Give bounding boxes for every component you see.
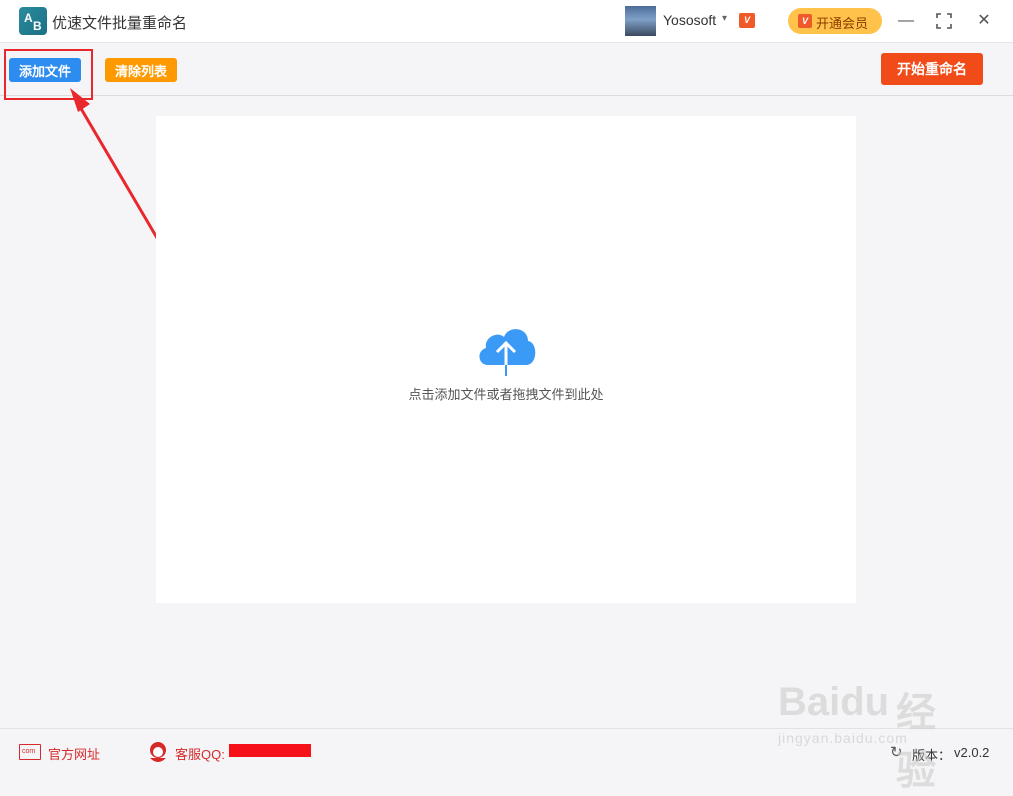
app-logo-icon: A B <box>19 7 47 35</box>
close-icon: ✕ <box>977 12 991 29</box>
chevron-down-icon[interactable]: ▾ <box>722 13 727 24</box>
annotation-highlight-box <box>4 49 93 100</box>
official-website-link[interactable]: 官方网址 <box>48 744 100 763</box>
open-membership-button[interactable]: V 开通会员 <box>788 8 882 34</box>
minimize-button[interactable]: — <box>893 8 919 34</box>
support-qq-redacted <box>229 744 311 757</box>
clear-list-button[interactable]: 清除列表 <box>105 58 177 82</box>
start-rename-button[interactable]: 开始重命名 <box>881 53 983 85</box>
status-bar: com 官方网址 客服QQ: ↻ 版本： v2.0.2 <box>0 728 1013 774</box>
title-bar: A B 优速文件批量重命名 Yososoft ▾ V V 开通会员 — ✕ <box>0 0 1013 43</box>
vip-badge-icon: V <box>739 13 755 28</box>
app-title: 优速文件批量重命名 <box>52 15 188 32</box>
drop-hint-text: 点击添加文件或者拖拽文件到此处 <box>408 387 604 402</box>
user-avatar[interactable] <box>625 6 656 36</box>
vip-icon: V <box>798 14 812 28</box>
open-membership-label: 开通会员 <box>816 16 869 31</box>
close-button[interactable]: ✕ <box>971 8 997 34</box>
customer-service-icon[interactable] <box>147 740 169 764</box>
maximize-button[interactable] <box>931 8 957 34</box>
toolbar: 添加文件 清除列表 开始重命名 <box>0 43 1013 96</box>
version-label: 版本： <box>912 748 952 763</box>
username[interactable]: Yososoft <box>663 12 716 28</box>
cloud-upload-icon <box>479 329 536 376</box>
version-value: v2.0.2 <box>954 745 990 760</box>
website-com-icon[interactable]: com <box>19 744 41 760</box>
support-qq-label: 客服QQ: <box>175 747 225 762</box>
refresh-icon[interactable]: ↻ <box>890 743 903 761</box>
file-drop-zone[interactable]: 点击添加文件或者拖拽文件到此处 <box>156 116 856 603</box>
maximize-icon <box>936 13 952 29</box>
minimize-icon: — <box>898 12 914 29</box>
